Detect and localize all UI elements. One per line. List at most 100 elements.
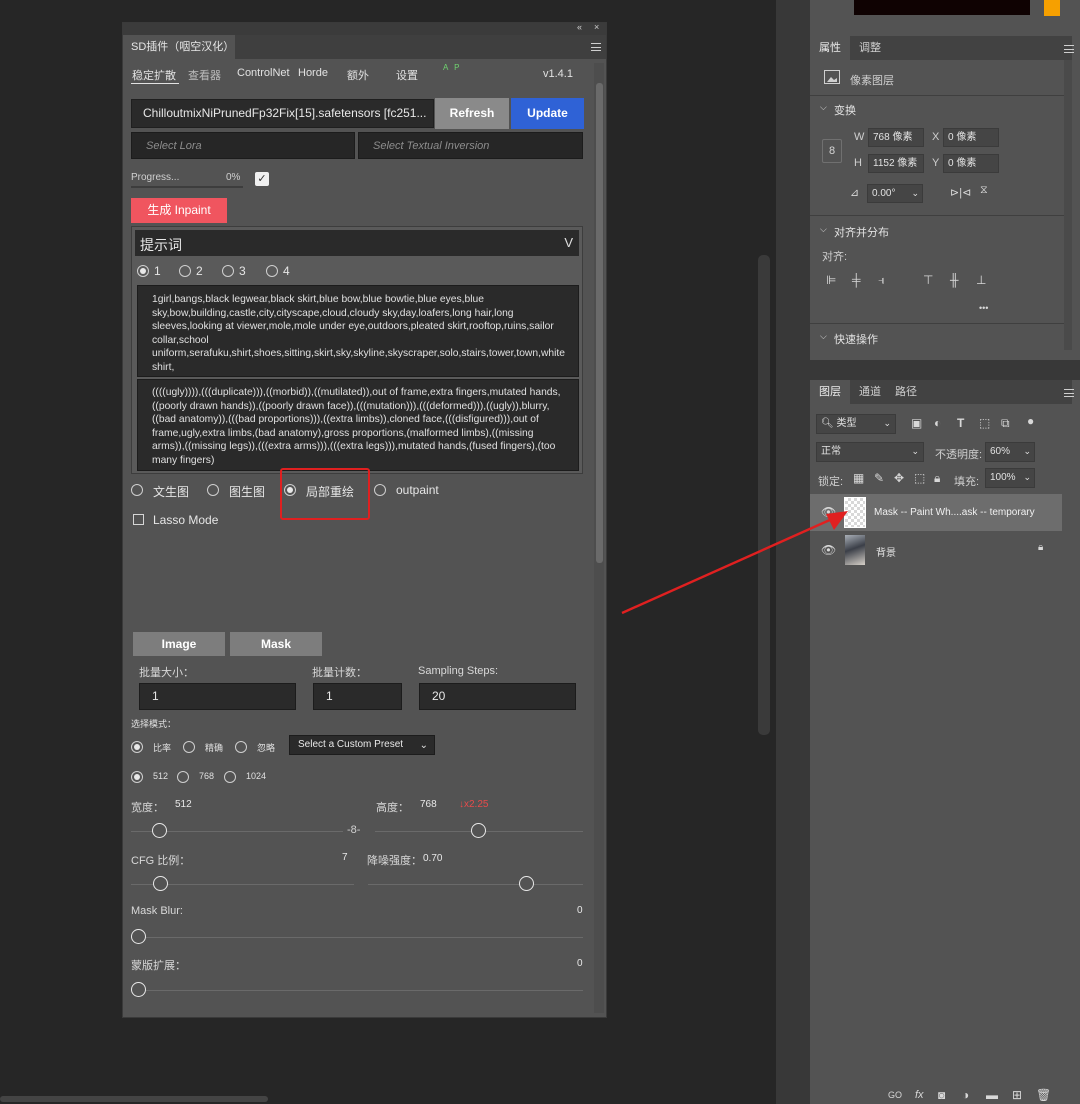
blend-mode-select[interactable]: 正常 ⌄ [816, 442, 924, 462]
angle-input[interactable]: 0.00° ⌄ [867, 184, 923, 203]
fill-input[interactable]: 100% ⌄ [985, 468, 1035, 488]
prompt-slot-radio-3[interactable] [222, 265, 234, 277]
chevron-down-icon[interactable]: ⌵ [820, 102, 827, 113]
color-swatch[interactable] [1044, 0, 1060, 16]
size-radio-768[interactable] [177, 771, 189, 783]
tab-paths[interactable]: 路径 [886, 380, 926, 404]
lock-position-icon[interactable]: ✥ [894, 471, 904, 485]
denoise-slider-track[interactable] [368, 884, 583, 885]
mode-radio-txt2img[interactable] [131, 484, 143, 496]
align-left-icon[interactable]: ⊫ [826, 273, 836, 287]
generate-inpaint-button[interactable]: 生成 Inpaint [131, 198, 227, 223]
filter-pixel-icon[interactable]: ▣ [911, 416, 922, 430]
canvas-scrollbar[interactable] [758, 255, 770, 735]
trash-icon[interactable]: 🗑︎ [1036, 1088, 1051, 1102]
filter-smart-object-icon[interactable]: ⧉ [1001, 416, 1010, 431]
align-right-icon[interactable]: ⫣ [878, 273, 885, 288]
nav-settings[interactable]: 设置 [396, 67, 418, 83]
denoise-slider-knob[interactable] [518, 876, 534, 891]
y-input[interactable]: 0 像素 [943, 154, 999, 173]
filter-toggle-icon[interactable]: ● [1027, 414, 1034, 428]
lock-paint-icon[interactable]: ✎ [874, 471, 884, 485]
width-input[interactable]: 768 像素 [868, 128, 924, 147]
batch-count-input[interactable]: 1 [313, 683, 402, 710]
align-bottom-icon[interactable]: ⊥ [976, 273, 986, 287]
flip-horizontal-icon[interactable]: ⊳|⊲ [950, 186, 971, 199]
link-icon[interactable]: 8 [822, 139, 842, 163]
mask-blur-slider-knob[interactable] [131, 929, 146, 944]
select-mode-radio-exact[interactable] [183, 741, 195, 753]
textual-inversion-select[interactable]: Select Textual Inversion [358, 132, 583, 159]
properties-menu-icon[interactable] [1064, 45, 1074, 53]
fx-icon[interactable]: fx [915, 1089, 924, 1101]
eye-icon[interactable]: 👁︎ [821, 543, 836, 557]
mask-expand-slider-track[interactable] [131, 990, 583, 991]
tab-properties[interactable]: 属性 [810, 36, 850, 60]
filter-adjustment-icon[interactable]: ◐ [934, 416, 941, 430]
nav-extra[interactable]: 额外 [347, 67, 369, 83]
collapse-icon[interactable]: « [577, 22, 582, 32]
batch-size-input[interactable]: 1 [139, 683, 296, 710]
chevron-down-icon[interactable]: V [564, 235, 573, 250]
align-center-h-icon[interactable]: ╪ [852, 273, 861, 287]
cfg-slider-knob[interactable] [153, 876, 169, 891]
layer-name[interactable]: 背景 [876, 544, 896, 559]
chevron-down-icon[interactable]: ⌵ [820, 331, 827, 342]
lock-artboard-icon[interactable]: ⬚ [914, 471, 925, 485]
add-mask-icon[interactable]: ◙ [938, 1088, 945, 1102]
prompt-header[interactable]: 提示词 V [135, 230, 579, 256]
link-layers-icon[interactable]: GO [888, 1090, 902, 1100]
height-input[interactable]: 1152 像素 [868, 154, 924, 173]
align-center-v-icon[interactable]: ╫ [950, 273, 959, 287]
panel-tab-sd-plugin[interactable]: SD插件（咽空汉化） [123, 35, 235, 59]
positive-prompt-textarea[interactable]: 1girl,bangs,black legwear,black skirt,bl… [137, 285, 579, 377]
lasso-mode-checkbox[interactable] [133, 514, 144, 525]
progress-checkbox[interactable]: ✓ [255, 172, 269, 186]
mask-expand-slider-knob[interactable] [131, 982, 146, 997]
mode-radio-img2img[interactable] [207, 484, 219, 496]
mode-radio-outpaint[interactable] [374, 484, 386, 496]
lock-all-icon[interactable]: 🔒︎ [934, 471, 940, 486]
filter-type-icon[interactable]: T [957, 416, 964, 430]
lock-transparent-icon[interactable]: ▦ [853, 471, 864, 485]
lora-select[interactable]: Select Lora [131, 132, 355, 159]
align-top-icon[interactable]: ⊤ [923, 273, 933, 287]
size-radio-1024[interactable] [224, 771, 236, 783]
chevron-down-icon[interactable]: ⌵ [820, 224, 827, 235]
sampling-steps-input[interactable]: 20 [419, 683, 576, 710]
new-layer-icon[interactable]: ⊞ [1012, 1088, 1022, 1102]
height-slider-knob[interactable] [470, 823, 486, 838]
negative-prompt-textarea[interactable]: ((((ugly)))),(((duplicate))),((morbid)),… [137, 379, 579, 471]
nav-controlnet[interactable]: ControlNet [237, 67, 290, 79]
filter-shape-icon[interactable]: ⬚ [979, 416, 990, 430]
custom-preset-select[interactable]: Select a Custom Preset ⌄ [289, 735, 435, 755]
tab-layers[interactable]: 图层 [810, 380, 850, 404]
folder-icon[interactable]: ▬ [986, 1088, 998, 1102]
prompt-slot-radio-2[interactable] [179, 265, 191, 277]
layer-name[interactable]: Mask -- Paint Wh....ask -- temporary [874, 507, 1035, 518]
tab-adjustments[interactable]: 调整 [850, 36, 890, 60]
prompt-slot-radio-4[interactable] [266, 265, 278, 277]
select-mode-radio-ratio[interactable] [131, 741, 143, 753]
image-button[interactable]: Image [133, 632, 225, 656]
link-dimensions-icon[interactable]: -8- [347, 824, 360, 836]
eye-icon[interactable]: 👁︎ [821, 505, 836, 519]
flip-vertical-icon[interactable]: ⧖ [980, 184, 988, 197]
horizontal-scrollbar[interactable] [0, 1096, 268, 1102]
adjustment-layer-icon[interactable]: ◑ [962, 1088, 969, 1102]
width-slider-knob[interactable] [152, 823, 168, 838]
panel-menu-icon[interactable] [591, 43, 601, 51]
tab-channels[interactable]: 通道 [850, 380, 890, 404]
nav-stable-diffusion[interactable]: 稳定扩散 [132, 67, 176, 83]
mask-blur-slider-track[interactable] [131, 937, 583, 938]
mask-button[interactable]: Mask [230, 632, 322, 656]
more-options-icon[interactable]: ••• [979, 303, 988, 313]
close-icon[interactable]: × [594, 22, 599, 32]
prompt-slot-radio-1[interactable] [137, 265, 149, 277]
opacity-input[interactable]: 60% ⌄ [985, 442, 1035, 462]
layer-row[interactable]: 👁︎ 背景 🔒︎ [810, 531, 1062, 568]
update-button[interactable]: Update [511, 98, 584, 129]
properties-scrollbar[interactable] [1064, 60, 1072, 350]
size-radio-512[interactable] [131, 771, 143, 783]
layer-row[interactable]: 👁︎ Mask -- Paint Wh....ask -- temporary [810, 494, 1062, 531]
